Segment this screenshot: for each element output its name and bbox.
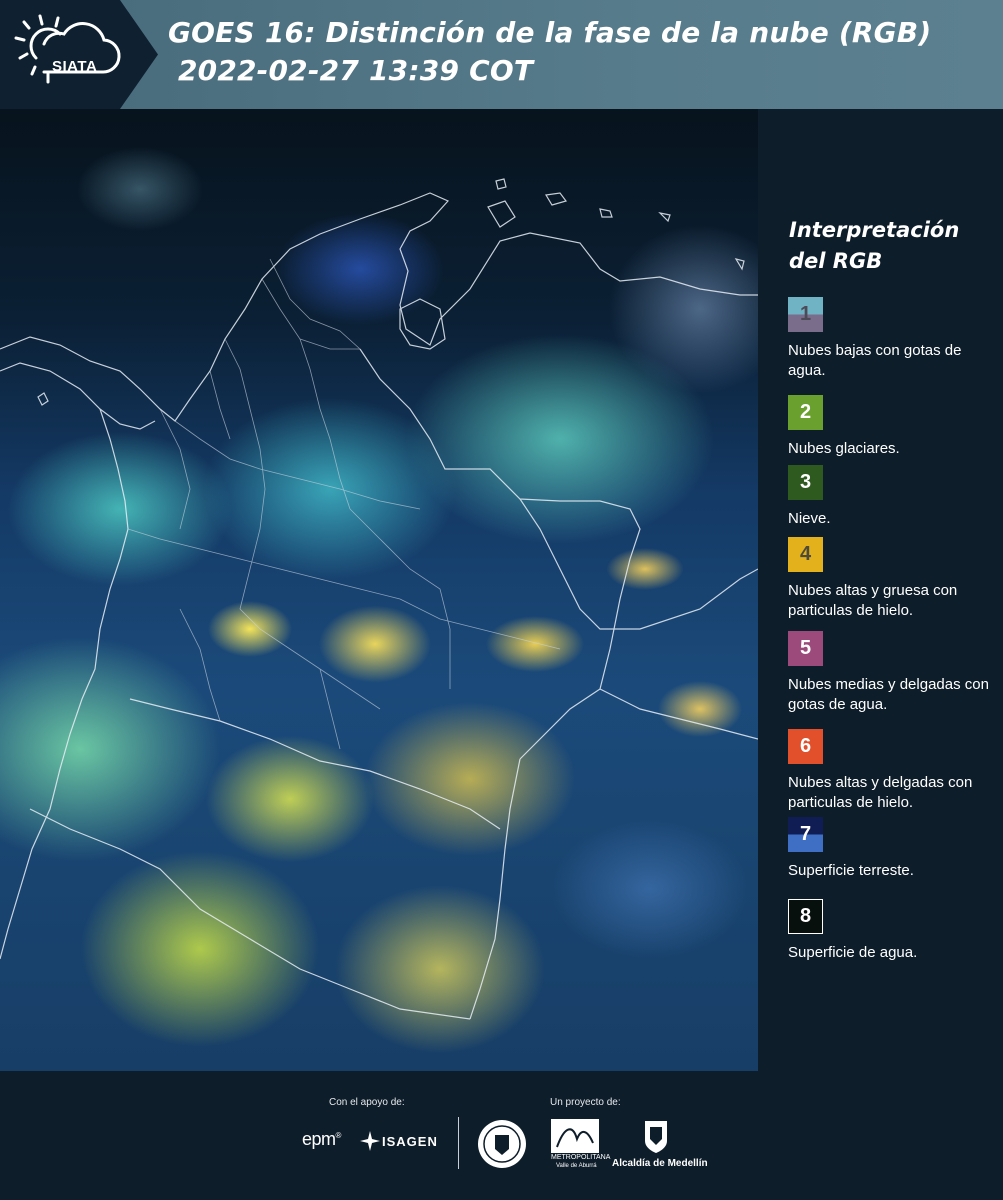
legend-label: Nieve. xyxy=(788,510,831,527)
university-seal-icon xyxy=(478,1120,526,1168)
legend-number: 8 xyxy=(799,905,812,927)
legend-panel: Interpretación del RGB 1 Nubes bajas con … xyxy=(764,109,1003,1071)
legend-number: 4 xyxy=(799,543,812,565)
legend-number: 6 xyxy=(799,735,812,757)
alcaldia-text: Alcaldía de Medellín xyxy=(612,1158,708,1169)
satellite-rgb-image xyxy=(0,109,758,1071)
isagen-star-icon xyxy=(360,1131,380,1151)
legend-number: 7 xyxy=(799,823,812,845)
legend-swatch-7: 7 xyxy=(788,817,823,852)
support-caption: Con el apoyo de: xyxy=(329,1097,405,1108)
legend-swatch-2: 2 xyxy=(788,395,823,430)
isagen-logo: ISAGEN xyxy=(382,1134,438,1149)
area-metropolitana-subtext: Valle de Aburrá xyxy=(556,1163,597,1169)
logo-text: SIATA xyxy=(52,58,98,75)
legend-swatch-3: 3 xyxy=(788,465,823,500)
legend-label: Nubes glaciares. xyxy=(788,440,900,457)
legend-label: Nubes altas y delgadas con particulas de… xyxy=(788,774,973,811)
legend-number: 3 xyxy=(799,471,812,493)
legend-number: 2 xyxy=(799,401,812,423)
header: SIATA GOES 16: Distinción de la fase de … xyxy=(0,0,1003,109)
medellin-coat-of-arms-icon xyxy=(645,1121,667,1153)
title-line-2: 2022-02-27 13:39 COT xyxy=(168,54,534,87)
sun-cloud-icon xyxy=(14,14,121,84)
title-line-1: GOES 16: Distinción de la fase de la nub… xyxy=(168,16,932,49)
legend-title: Interpretación del RGB xyxy=(789,218,960,273)
legend-label: Superficie terreste. xyxy=(788,862,914,879)
page-title: GOES 16: Distinción de la fase de la nub… xyxy=(168,14,988,90)
legend-swatch-5: 5 xyxy=(788,631,823,666)
legend-swatch-1: 1 xyxy=(788,297,823,332)
legend-swatch-6: 6 xyxy=(788,729,823,764)
footer: Con el apoyo de: Un proyecto de: epm® IS… xyxy=(0,1071,1003,1200)
area-metropolitana-text: METROPOLITANA xyxy=(551,1154,611,1161)
epm-logo-text: epm xyxy=(302,1129,336,1149)
legend-label: Nubes medias y delgadas con gotas de agu… xyxy=(788,676,989,713)
legend-number: 5 xyxy=(799,637,812,659)
siata-logo: SIATA xyxy=(14,14,126,94)
legend-label: Nubes altas y gruesa con particulas de h… xyxy=(788,582,958,619)
area-metropolitana-logo-icon xyxy=(551,1119,599,1153)
epm-logo: epm® xyxy=(302,1129,341,1149)
legend-swatch-8: 8 xyxy=(788,899,823,934)
project-caption: Un proyecto de: xyxy=(550,1097,621,1108)
legend-number: 1 xyxy=(799,303,812,325)
footer-divider xyxy=(458,1117,459,1169)
legend-swatch-4: 4 xyxy=(788,537,823,572)
legend-label: Nubes bajas con gotas de agua. xyxy=(788,342,962,379)
legend-label: Superficie de agua. xyxy=(788,944,918,961)
map-borders xyxy=(0,178,758,1020)
